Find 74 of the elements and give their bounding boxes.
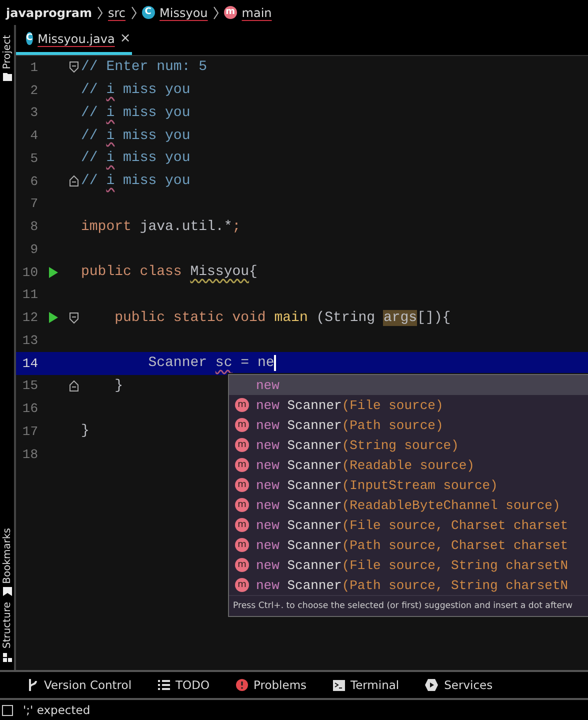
breadcrumb-item[interactable]: Missyou xyxy=(160,6,208,20)
tool-window-tab[interactable]: Project xyxy=(2,35,12,70)
completion-item[interactable]: m new Scanner(Path source) xyxy=(229,415,588,435)
chevron-icon xyxy=(212,6,219,20)
completion-item[interactable]: m new Scanner(File source) xyxy=(229,395,588,415)
terminal-icon xyxy=(332,680,345,690)
chevron-icon xyxy=(97,6,103,20)
line-number: 1 xyxy=(29,60,38,75)
tool-window-button[interactable]: Services xyxy=(425,678,493,692)
tool-window-button[interactable]: Problems xyxy=(236,678,307,692)
structure-icon xyxy=(2,653,12,662)
code-line: // i miss you xyxy=(81,128,190,144)
code-line: Scanner sc = ne xyxy=(147,355,276,372)
line-number: 3 xyxy=(29,105,38,120)
line-number: 11 xyxy=(21,287,38,302)
line-number: 8 xyxy=(29,219,38,234)
code-line: public class Missyou{ xyxy=(81,264,258,280)
completion-item[interactable]: m new Scanner(File source, Charset charset xyxy=(229,515,588,535)
line-number: 10 xyxy=(21,264,38,280)
line-number: 18 xyxy=(21,446,38,462)
completion-item[interactable]: m new Scanner(Path source, Charset charset xyxy=(229,535,588,555)
line-number: 9 xyxy=(29,242,38,257)
line-number: 15 xyxy=(21,378,38,394)
completion-item[interactable]: m new Scanner(Path source, String charsetN xyxy=(229,575,588,595)
breadcrumb-item[interactable]: src xyxy=(108,6,126,20)
tool-window-button[interactable]: TODO xyxy=(158,678,210,692)
code-line: } xyxy=(114,378,124,394)
completion-hint: Press Ctrl+. to choose the selected (or first) suggestion and insert a dot afterw xyxy=(229,595,588,616)
class-icon: C xyxy=(142,6,155,19)
completion-item[interactable]: m new Scanner(Readable source) xyxy=(229,455,588,475)
class-icon: m xyxy=(224,6,237,19)
line-number: 12 xyxy=(21,310,38,326)
list-icon xyxy=(158,680,170,690)
code-line: import java.util.*; xyxy=(81,218,241,235)
status-message: ';' expected xyxy=(23,703,90,717)
branch-icon xyxy=(28,679,38,691)
line-number: 6 xyxy=(29,174,38,189)
line-number: 16 xyxy=(21,401,38,416)
tool-window-button[interactable]: Terminal xyxy=(332,678,400,692)
breadcrumb-item[interactable]: main xyxy=(242,6,272,20)
line-number: 4 xyxy=(29,128,38,144)
line-number: 5 xyxy=(29,150,38,166)
error-icon xyxy=(236,679,248,691)
code-line: } xyxy=(81,423,90,440)
code-line: public static void main (String args[]){ xyxy=(114,310,451,326)
fold-icon[interactable] xyxy=(69,61,79,74)
line-number: 7 xyxy=(29,196,38,212)
code-line: // i miss you xyxy=(81,104,190,121)
line-number: 13 xyxy=(21,332,38,348)
breadcrumb-item[interactable]: javaprogram xyxy=(6,6,92,20)
panel-icon[interactable] xyxy=(2,704,13,716)
tool-window-tab[interactable]: Bookmarks xyxy=(2,528,12,584)
play-icon xyxy=(425,679,438,691)
line-number: 14 xyxy=(21,356,38,371)
fold-icon[interactable] xyxy=(69,312,79,324)
tool-window-button[interactable]: Version Control xyxy=(28,678,132,692)
run-icon[interactable] xyxy=(48,312,58,324)
code-line: // Enter num: 5 xyxy=(81,59,208,76)
line-number: 2 xyxy=(29,82,38,98)
code-line: // i miss you xyxy=(81,82,190,98)
code-line: // i miss you xyxy=(81,150,190,166)
run-icon[interactable] xyxy=(48,266,58,278)
completion-item[interactable]: m new Scanner(ReadableByteChannel source) xyxy=(229,495,588,515)
fold-icon[interactable] xyxy=(69,175,79,188)
tool-window-tab[interactable]: Structure xyxy=(2,602,12,649)
completion-item[interactable]: m new Scanner(File source, String charsetN xyxy=(229,555,588,575)
line-number: 17 xyxy=(21,424,38,439)
completion-item[interactable]: m new Scanner(InputStream source) xyxy=(229,475,588,495)
code-line: // i miss you xyxy=(81,173,190,190)
chevron-icon xyxy=(130,6,137,20)
bookmark-icon xyxy=(2,587,12,596)
fold-icon[interactable] xyxy=(69,380,79,392)
folder-icon xyxy=(2,73,12,82)
completion-item[interactable]: m new Scanner(String source) xyxy=(229,435,588,455)
